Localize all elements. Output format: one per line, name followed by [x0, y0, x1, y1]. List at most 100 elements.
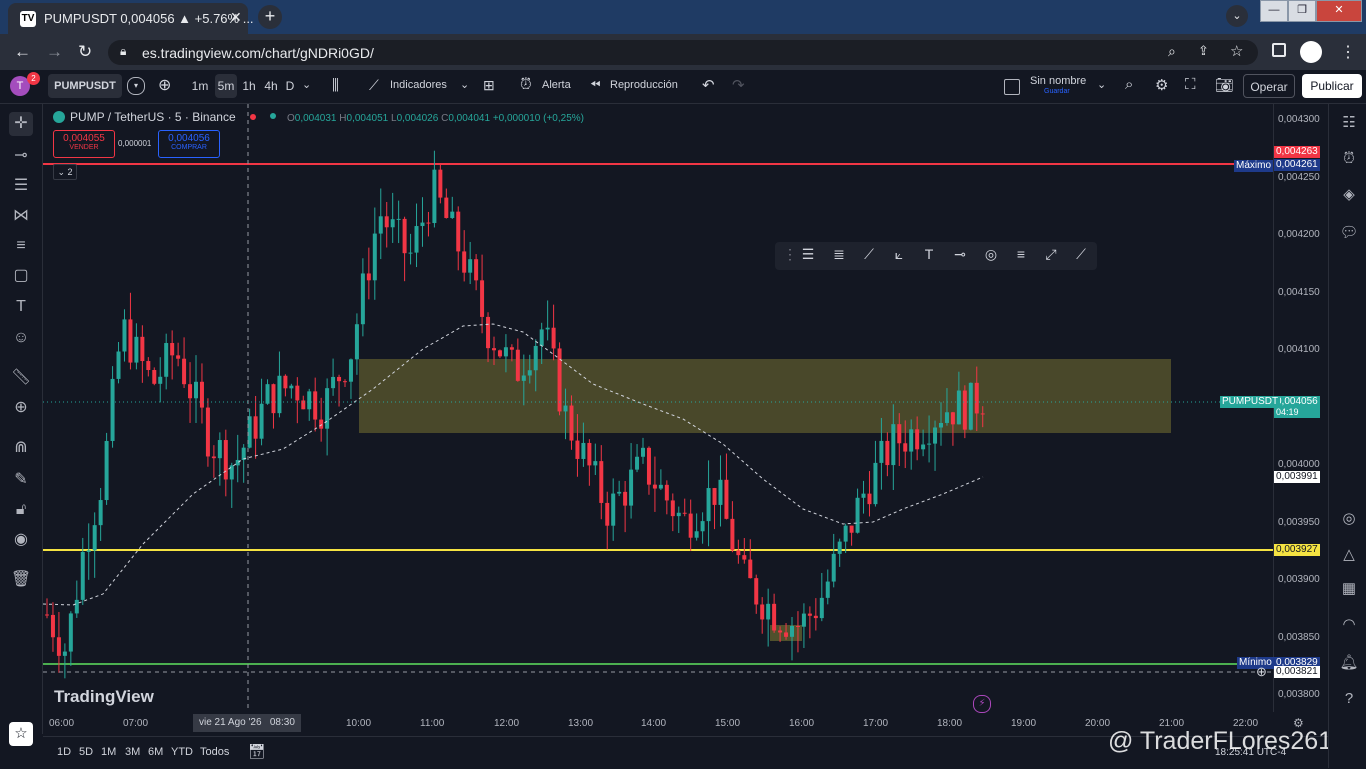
tab-search-chevron-icon[interactable]: ⌄ — [1226, 5, 1248, 27]
price-chart[interactable] — [43, 104, 1273, 712]
range-all[interactable]: Todos — [200, 746, 229, 758]
streams-icon[interactable]: ◠ — [1338, 614, 1360, 636]
add-symbol-icon[interactable]: ⊕ — [158, 75, 171, 95]
profile-avatar[interactable] — [1300, 41, 1322, 63]
fullscreen-icon[interactable]: ⛶ — [1185, 76, 1196, 93]
range-1d[interactable]: 1D — [57, 746, 71, 758]
pencil-lock-icon[interactable]: ✎ — [9, 468, 33, 492]
trade-button[interactable]: Operar — [1243, 74, 1295, 98]
price-axis[interactable]: 0,004300 0,004250 0,004200 0,004150 0,004100… — [1273, 104, 1329, 712]
compass-icon[interactable]: ◎ — [1338, 508, 1360, 530]
horizontal-line-icon[interactable]: ⊸ — [9, 144, 33, 168]
settings-gear-icon[interactable]: ⚙︎ — [1155, 76, 1168, 94]
circle-icon[interactable]: ◎ — [980, 246, 1002, 266]
range-6m[interactable]: 6M — [148, 746, 163, 758]
maximize-button[interactable]: ❐ — [1288, 0, 1316, 22]
layout-name[interactable]: Sin nombre — [1030, 75, 1086, 87]
replay-icon[interactable]: ⏪︎ — [590, 77, 600, 93]
camera-icon[interactable]: 📷︎ — [1215, 76, 1234, 94]
indicators-collapse-toggle[interactable]: ⌄ 2 — [53, 164, 77, 180]
text-icon[interactable]: T — [9, 295, 33, 319]
layers-icon[interactable]: ◈ — [1338, 184, 1360, 206]
layout-checkbox[interactable] — [1004, 79, 1020, 95]
lock-icon[interactable]: 🔒︎ — [120, 44, 126, 59]
templates-icon[interactable]: ⊞ — [483, 77, 495, 94]
publish-button[interactable]: Publicar — [1302, 74, 1362, 98]
parallel-channel-icon[interactable]: ☰ — [9, 174, 33, 198]
range-5d[interactable]: 5D — [79, 746, 93, 758]
emoji-icon[interactable]: ☺ — [9, 326, 33, 350]
minimize-button[interactable]: — — [1260, 0, 1288, 22]
lightning-icon[interactable]: ⚡︎ — [973, 695, 991, 713]
forward-arrow-icon[interactable]: → — [46, 42, 63, 62]
text-tool-icon[interactable]: T — [918, 246, 940, 266]
layout-save-label[interactable]: Guardar — [1044, 88, 1070, 95]
sell-button[interactable]: 0,004055 VENDER — [53, 130, 115, 158]
indicators-dropdown-icon[interactable]: ⌄ — [460, 78, 469, 91]
magnet-icon[interactable]: ⋒ — [9, 436, 33, 460]
horizontal-ray-icon[interactable]: ⊸ — [949, 246, 971, 266]
replay-button[interactable]: Reproducción — [610, 79, 678, 91]
line-style-icon[interactable]: ☰ — [797, 246, 819, 266]
symbol-compare-icon[interactable]: ▾ — [127, 77, 145, 95]
undo-icon[interactable]: ↶ — [702, 76, 715, 94]
alerts-icon[interactable]: ⏰︎ — [1338, 148, 1360, 170]
ray-line-icon[interactable]: ⟋ — [1070, 246, 1092, 266]
fib-icon[interactable]: ≡ — [9, 234, 33, 258]
layout-dropdown-icon[interactable]: ⌄ — [1097, 78, 1106, 91]
sidebar-toggle-icon[interactable] — [1272, 43, 1286, 57]
bookmark-star-icon[interactable]: ☆ — [1230, 42, 1243, 60]
line-width-icon[interactable]: ≣ — [828, 246, 850, 266]
help-icon[interactable]: ? — [1338, 688, 1360, 710]
share-icon[interactable]: ⇪ — [1198, 43, 1209, 59]
reload-icon[interactable]: ↻ — [78, 42, 92, 62]
more-menu-icon[interactable]: ⋮ — [1340, 42, 1356, 62]
trash-icon[interactable]: 🗑︎ — [9, 568, 33, 592]
calendar-icon[interactable]: ▦ — [1338, 578, 1360, 600]
candle-type-icon[interactable]: ⫼ — [332, 77, 339, 94]
tab-close-icon[interactable]: ✕ — [230, 9, 242, 26]
watchlist-icon[interactable]: ☷ — [1338, 112, 1360, 134]
new-tab-button[interactable]: + — [258, 5, 282, 29]
crosshair-icon[interactable]: ✛ — [9, 112, 33, 136]
add-alert-plus-icon[interactable]: ⊕ — [1256, 664, 1267, 680]
path-icon[interactable]: ⟀ — [888, 246, 910, 266]
trend-line-icon[interactable]: ⤢ — [1040, 246, 1062, 266]
close-window-button[interactable]: ✕ — [1316, 0, 1362, 22]
quick-search-icon[interactable]: ⌕ — [1125, 76, 1133, 93]
range-3m[interactable]: 3M — [125, 746, 140, 758]
alarm-clock-icon[interactable]: ⏰︎ — [520, 76, 532, 93]
pitchfork-icon[interactable]: ⋈ — [9, 204, 33, 228]
ideas-icon[interactable]: △ — [1338, 544, 1360, 566]
buy-button[interactable]: 0,004056 COMPRAR — [158, 130, 220, 158]
indicators-icon[interactable]: ⟋ — [369, 77, 379, 94]
alert-button[interactable]: Alerta — [542, 79, 571, 91]
fib-retracement-icon[interactable]: ≡ — [1010, 246, 1032, 266]
interval-1m[interactable]: 1m — [190, 74, 210, 98]
eye-icon[interactable]: ◉ — [9, 528, 33, 552]
brush-icon[interactable]: ⟋ — [858, 246, 880, 266]
redo-icon[interactable]: ↷ — [732, 76, 745, 94]
zoom-icon[interactable]: ⊕ — [9, 396, 33, 420]
favorites-star-icon[interactable]: ☆ — [9, 722, 33, 746]
rectangle-icon[interactable]: ▢ — [9, 264, 33, 288]
interval-5m[interactable]: 5m — [215, 74, 237, 98]
browser-tab[interactable]: TV PUMPUSDT 0,004056 ▲ +5.76% ... ✕ — [8, 3, 254, 34]
interval-4h[interactable]: 4h — [262, 74, 280, 98]
range-ytd[interactable]: YTD — [171, 746, 193, 758]
interval-D[interactable]: D — [283, 74, 297, 98]
lock-icon[interactable]: 🔓︎ — [9, 498, 33, 522]
back-arrow-icon[interactable]: ← — [14, 42, 31, 62]
notifications-icon[interactable]: 🔔︎ — [1338, 652, 1360, 674]
range-1m[interactable]: 1M — [101, 746, 116, 758]
interval-1h[interactable]: 1h — [240, 74, 258, 98]
interval-dropdown-icon[interactable]: ⌄ — [302, 78, 311, 91]
chat-icon[interactable]: 💬︎ — [1338, 222, 1360, 244]
address-bar[interactable]: 🔒︎ es.tradingview.com/chart/gNDRi0GD/ ⌕ … — [108, 40, 1258, 65]
ruler-icon[interactable]: 📏︎ — [9, 366, 33, 390]
symbol-search-button[interactable]: PUMPUSDT — [48, 74, 122, 98]
time-axis[interactable]: 06:00 07:00 10:00 11:00 12:00 13:00 14:00 15:00… — [43, 712, 1273, 736]
go-to-date-icon[interactable]: 📅︎ — [248, 743, 266, 760]
search-icon[interactable]: ⌕ — [1168, 43, 1176, 60]
indicators-button[interactable]: Indicadores — [390, 79, 447, 91]
